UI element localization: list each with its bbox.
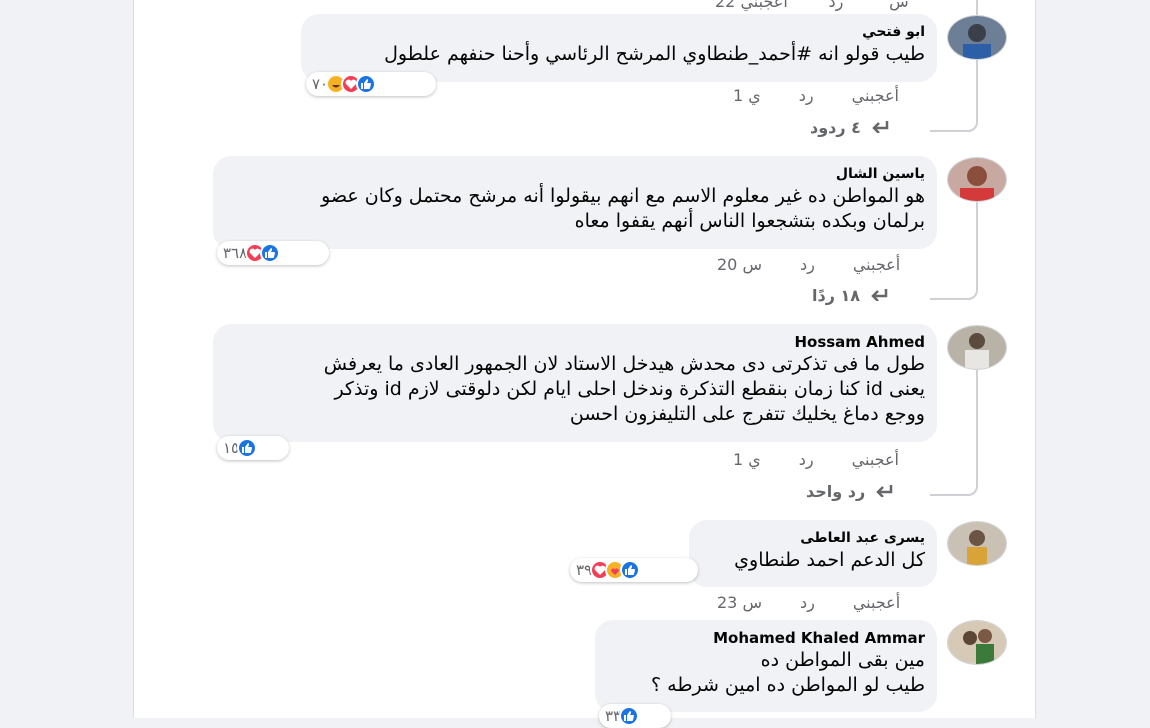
avatar[interactable] (947, 15, 1007, 60)
like-link[interactable]: أعجبني (853, 593, 900, 612)
comment-text-line: طول ما فى تذكرتى دى محدش هيدخل الاستاد ل… (323, 353, 925, 375)
comment-author[interactable]: ابو فتحي (313, 22, 925, 42)
comment-time[interactable]: 20 س (717, 255, 762, 274)
avatar[interactable] (947, 521, 1007, 566)
comment-author[interactable]: Mohamed Khaled Ammar (607, 628, 925, 648)
previous-like-link[interactable]: أعجبني (740, 0, 787, 11)
like-icon (619, 706, 640, 726)
comment-bubble: يسرى عبد العاطى كل الدعم احمد طنطاوي (689, 520, 937, 587)
avatar[interactable] (947, 325, 1007, 370)
replies-label: ٤ ردود (810, 118, 861, 137)
reply-link[interactable]: رد (800, 593, 815, 612)
like-link[interactable]: أعجبني (853, 255, 900, 274)
comment-actions: 1 ي رد أعجبني (733, 450, 899, 469)
view-replies-link[interactable]: ١٨ ردًا (812, 286, 888, 305)
comment-text-line: يعنى id كنا زمان بنقطع التذكرة وندخل احل… (334, 378, 925, 400)
reply-link[interactable]: رد (799, 450, 814, 469)
replies-label: ١٨ ردًا (812, 286, 861, 305)
comment-time[interactable]: 1 ي (733, 450, 761, 469)
comment-text-line: طيب لو المواطن ده امين شرطه ؟ (651, 674, 925, 696)
comment-author[interactable]: ياسين الشال (225, 164, 925, 184)
reply-arrow-icon (873, 482, 893, 501)
comment-text-line: ووجع دماغ يخليك تتفرج على التليفزون احسن (569, 403, 925, 425)
avatar[interactable] (947, 157, 1007, 202)
comment-actions: 23 س رد أعجبني (717, 593, 900, 612)
like-icon (237, 438, 258, 458)
comment-author[interactable]: يسرى عبد العاطى (701, 528, 925, 548)
replies-label: رد واحد (806, 482, 866, 501)
comment-text: طيب قولو انه #أحمد_طنطاوي المرشح الرئاسي… (384, 43, 925, 65)
comment-text-line: هو المواطن ده غير معلوم الاسم مع انهم بي… (321, 185, 925, 207)
like-icon (356, 74, 377, 94)
reaction-summary[interactable]: ٣٣ (599, 704, 671, 728)
comment-actions: 1 ي رد أعجبني (733, 86, 899, 105)
reaction-count: ٣٦٨ (223, 244, 248, 262)
reply-arrow-icon (869, 118, 889, 137)
like-icon (620, 560, 641, 580)
comment-text-line: برلمان وبكده بتشجعوا الناس أنهم يقفوا مع… (574, 210, 925, 232)
reply-link[interactable]: رد (799, 86, 814, 105)
like-icon (260, 243, 281, 263)
comment-time[interactable]: 23 س (717, 593, 762, 612)
comment-bubble: ياسين الشال هو المواطن ده غير معلوم الاس… (213, 156, 937, 249)
reaction-summary[interactable]: ٣٦٨ (217, 241, 329, 265)
comment-text-line: مين بقى المواطن ده (760, 649, 925, 671)
reaction-summary[interactable]: ٧٠ (306, 72, 436, 96)
thread-connector (930, 200, 978, 300)
previous-comment-actions: 22 س رد أعجبني (715, 0, 909, 11)
comment-bubble: Mohamed Khaled Ammar مين بقى المواطن ده … (595, 620, 937, 712)
comment-text: كل الدعم احمد طنطاوي (734, 549, 925, 571)
previous-reply-link[interactable]: رد (828, 0, 843, 11)
reply-link[interactable]: رد (800, 255, 815, 274)
avatar[interactable] (947, 620, 1007, 665)
view-replies-link[interactable]: ٤ ردود (810, 118, 889, 137)
comment-time[interactable]: 1 ي (733, 86, 761, 105)
thread-connector (930, 368, 978, 496)
view-replies-link[interactable]: رد واحد (806, 482, 893, 501)
comment-author[interactable]: Hossam Ahmed (225, 332, 925, 352)
reply-arrow-icon (868, 286, 888, 305)
comment-actions: 20 س رد أعجبني (717, 255, 900, 274)
like-link[interactable]: أعجبني (852, 450, 899, 469)
reaction-summary[interactable]: ١٥ (217, 436, 289, 460)
like-link[interactable]: أعجبني (852, 86, 899, 105)
comment-bubble: Hossam Ahmed طول ما فى تذكرتى دى محدش هي… (213, 324, 937, 442)
reaction-summary[interactable]: ٣٩ (570, 558, 698, 582)
